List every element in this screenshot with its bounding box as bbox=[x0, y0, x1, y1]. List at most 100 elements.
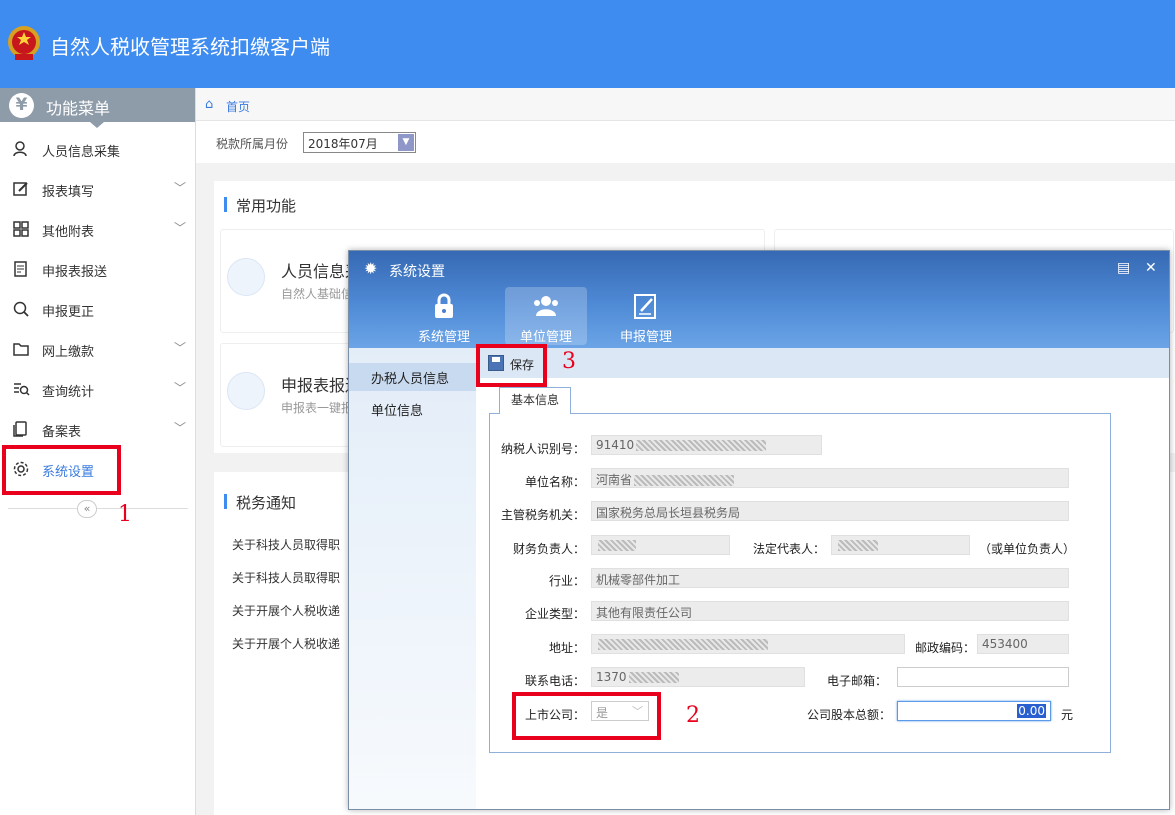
tab-system-management[interactable]: 系统管理 bbox=[403, 287, 485, 345]
document-icon bbox=[227, 372, 265, 410]
sidebar-item-personnel[interactable]: 人员信息采集 bbox=[0, 129, 195, 169]
gear-icon: ✹ bbox=[364, 259, 378, 278]
notice-item[interactable]: 关于开展个人税收递 bbox=[232, 635, 340, 652]
company-type-label: 企业类型： bbox=[524, 607, 585, 621]
chevron-down-icon: ﹀ bbox=[174, 381, 187, 395]
sidebar-collapse-button[interactable]: « bbox=[77, 500, 97, 518]
section-bar bbox=[224, 494, 227, 509]
sidebar-item-declaration-submit[interactable]: 申报表报送 bbox=[0, 249, 195, 289]
industry-label: 行业： bbox=[548, 574, 585, 588]
annotation-number-1: 1 bbox=[118, 502, 132, 527]
annotation-box-1 bbox=[2, 445, 121, 495]
sidebar-item-label: 其他附表 bbox=[42, 225, 95, 240]
sidebar-item-query-stats[interactable]: 查询统计 ﹀ bbox=[0, 369, 195, 409]
dialog-left-nav: 办税人员信息 单位信息 bbox=[349, 348, 476, 809]
folder-icon bbox=[12, 340, 30, 358]
company-type-field[interactable]: 其他有限责任公司 bbox=[591, 601, 1069, 621]
address-label: 地址： bbox=[548, 641, 585, 655]
edit-document-icon bbox=[634, 294, 656, 319]
notice-item[interactable]: 关于科技人员取得职 bbox=[232, 536, 340, 553]
sidebar-item-declaration-correct[interactable]: 申报更正 bbox=[0, 289, 195, 329]
redacted-mark bbox=[636, 440, 767, 451]
taxid-value: 91410 bbox=[596, 438, 635, 452]
notice-item[interactable]: 关于科技人员取得职 bbox=[232, 569, 340, 586]
sidebar-divider bbox=[8, 508, 188, 509]
menu-header: ¥ 功能菜单 bbox=[0, 88, 195, 128]
address-field[interactable] bbox=[591, 634, 905, 654]
annotation-number-3: 3 bbox=[562, 349, 576, 374]
sidebar-item-label: 网上缴款 bbox=[42, 345, 95, 360]
app-title: 自然人税收管理系统扣缴客户端 bbox=[50, 35, 330, 59]
tab-label: 申报管理 bbox=[619, 330, 672, 345]
unit-name-label: 单位名称： bbox=[524, 475, 585, 489]
taxid-label: 纳税人识别号： bbox=[500, 442, 585, 456]
redacted-mark bbox=[634, 475, 735, 486]
dropdown-arrow-icon[interactable]: ▼ bbox=[398, 134, 414, 151]
yen-icon: ¥ bbox=[9, 93, 34, 118]
users-icon bbox=[534, 296, 558, 316]
system-settings-dialog: ✹ 系统设置 ▤ ✕ 系统管理 单位管理 申报管理 办税人员信息 单位信息 保存… bbox=[348, 250, 1170, 810]
redacted-mark bbox=[838, 540, 878, 551]
legal-rep-field[interactable] bbox=[831, 535, 970, 555]
breadcrumb-home[interactable]: 首页 bbox=[226, 98, 250, 115]
capital-label: 公司股本总额： bbox=[806, 708, 891, 722]
app-header: 自然人税收管理系统扣缴客户端 bbox=[0, 0, 1175, 88]
sidebar-item-label: 查询统计 bbox=[42, 385, 95, 400]
grid-icon bbox=[12, 220, 30, 238]
finance-label: 财务负责人： bbox=[512, 542, 585, 556]
dialog-header: ✹ 系统设置 ▤ ✕ 系统管理 单位管理 申报管理 bbox=[349, 251, 1169, 348]
document-send-icon bbox=[12, 260, 30, 278]
email-field[interactable] bbox=[897, 667, 1069, 687]
redacted-mark bbox=[628, 672, 679, 683]
redacted-mark bbox=[598, 639, 768, 650]
industry-field[interactable]: 机械零部件加工 bbox=[591, 568, 1069, 588]
period-label: 税款所属月份 bbox=[216, 137, 289, 151]
period-value: 2018年07月 bbox=[308, 137, 378, 151]
phone-label: 联系电话： bbox=[524, 674, 585, 688]
sidebar-item-label: 申报表报送 bbox=[42, 265, 108, 280]
sidebar-item-label: 备案表 bbox=[42, 425, 82, 440]
capital-value: 0.00 bbox=[1017, 704, 1046, 718]
tab-label: 系统管理 bbox=[417, 330, 470, 345]
section-bar bbox=[224, 197, 227, 212]
menu-header-notch bbox=[90, 122, 104, 128]
finance-field[interactable] bbox=[591, 535, 730, 555]
card-subtitle: 申报表一键报 bbox=[281, 401, 354, 415]
capital-field[interactable]: 0.00 bbox=[897, 701, 1051, 721]
unit-name-field[interactable]: 河南省 bbox=[591, 468, 1069, 488]
taxid-field[interactable]: 91410 bbox=[591, 435, 822, 455]
close-icon[interactable]: ✕ bbox=[1145, 260, 1157, 276]
dialog-title: 系统设置 bbox=[389, 264, 445, 280]
nav-item-tax-personnel[interactable]: 办税人员信息 bbox=[371, 368, 449, 387]
copy-icon bbox=[12, 420, 30, 438]
sidebar-item-other-schedules[interactable]: 其他附表 ﹀ bbox=[0, 209, 195, 249]
redacted-mark bbox=[598, 540, 636, 551]
tab-declaration-management[interactable]: 申报管理 bbox=[605, 287, 687, 345]
chevron-down-icon: ﹀ bbox=[174, 221, 187, 235]
tab-basic-info[interactable]: 基本信息 bbox=[499, 387, 571, 414]
maximize-icon[interactable]: ▤ bbox=[1117, 260, 1130, 276]
phone-field[interactable]: 1370 bbox=[591, 667, 805, 687]
period-filter: 税款所属月份 2018年07月 ▼ bbox=[196, 121, 1175, 163]
tax-notice-title: 税务通知 bbox=[236, 494, 297, 512]
sidebar-item-report-fill[interactable]: 报表填写 ﹀ bbox=[0, 169, 195, 209]
period-select[interactable]: 2018年07月 ▼ bbox=[303, 132, 416, 153]
national-emblem-icon bbox=[8, 26, 40, 60]
sidebar-item-filing[interactable]: 备案表 ﹀ bbox=[0, 409, 195, 449]
legal-rep-label: 法定代表人： bbox=[752, 542, 825, 556]
notice-item[interactable]: 关于开展个人税收递 bbox=[232, 602, 340, 619]
sidebar-item-label: 申报更正 bbox=[42, 305, 95, 320]
chevron-down-icon: ﹀ bbox=[174, 341, 187, 355]
sidebar-item-online-payment[interactable]: 网上缴款 ﹀ bbox=[0, 329, 195, 369]
phone-value: 1370 bbox=[596, 670, 627, 684]
authority-field[interactable]: 国家税务总局长垣县税务局 bbox=[591, 501, 1069, 521]
lock-icon bbox=[435, 293, 453, 318]
home-icon[interactable]: ⌂ bbox=[205, 97, 213, 112]
unit-name-value: 河南省 bbox=[596, 473, 633, 487]
tab-unit-management[interactable]: 单位管理 bbox=[505, 287, 587, 345]
nav-item-unit-info[interactable]: 单位信息 bbox=[371, 400, 423, 419]
postcode-label: 邮政编码： bbox=[914, 641, 975, 655]
postcode-field[interactable]: 453400 bbox=[977, 634, 1069, 654]
legal-rep-note: （或单位负责人） bbox=[979, 542, 1076, 556]
id-card-icon bbox=[227, 258, 265, 296]
